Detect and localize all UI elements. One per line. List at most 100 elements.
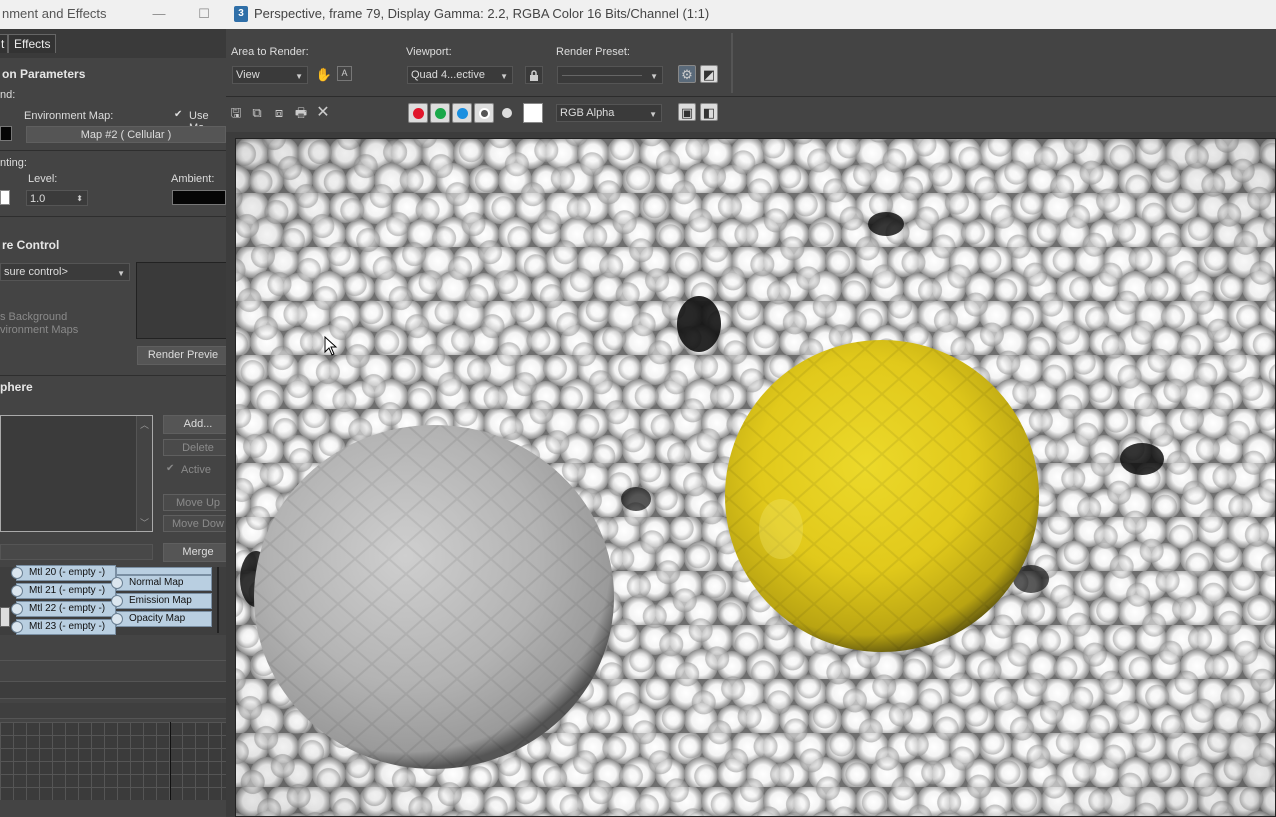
- material-node[interactable]: Mtl 21 (- empty -): [16, 583, 116, 599]
- save-image-icon[interactable]: 🖫: [227, 104, 245, 122]
- atmosphere-effects-list[interactable]: ︿ ﹀: [0, 415, 153, 532]
- map-slot-opacity[interactable]: Opacity Map: [116, 611, 212, 627]
- common-parameters-header[interactable]: on Parameters: [2, 64, 226, 84]
- blue-channel-icon: [457, 108, 468, 119]
- map-slot-emission[interactable]: Emission Map: [116, 593, 212, 609]
- edit-region-icon[interactable]: ✋: [315, 66, 333, 84]
- move-up-button[interactable]: Move Up: [163, 494, 226, 511]
- env-tabs: t Effects: [0, 29, 226, 58]
- render-window-title: Perspective, frame 79, Display Gamma: 2.…: [254, 6, 710, 21]
- alpha-channel-icon: [479, 108, 490, 119]
- background-label: nd:: [0, 89, 16, 101]
- scroll-up-icon[interactable]: ︿: [140, 418, 149, 431]
- render-settings-toolbar: Area to Render: View ▼ ✋ A Viewport: Qua…: [226, 29, 1276, 96]
- level-label: Level:: [28, 173, 58, 185]
- divider: [731, 33, 733, 93]
- rendered-image[interactable]: [235, 138, 1276, 817]
- green-channel-toggle[interactable]: [430, 103, 450, 123]
- socket-icon[interactable]: [111, 577, 123, 589]
- editor-strip: [0, 703, 226, 719]
- display-toggle-icon[interactable]: ▣: [678, 103, 696, 121]
- env-window-titlebar[interactable]: nment and Effects — ☐: [0, 0, 226, 29]
- frame-buffer-icon[interactable]: ◧: [700, 103, 718, 121]
- app-icon: 3: [234, 6, 248, 22]
- socket-icon[interactable]: [11, 621, 23, 633]
- divider: [562, 75, 642, 76]
- environment-map-label: Environment Map:: [24, 110, 114, 122]
- socket-icon[interactable]: [111, 613, 123, 625]
- exposure-control-dropdown[interactable]: sure control> ▼: [0, 263, 130, 281]
- environment-map-button[interactable]: Map #2 ( Cellular ): [26, 126, 226, 143]
- divider: [217, 567, 219, 633]
- scroll-down-icon[interactable]: ﹀: [140, 516, 149, 529]
- socket-icon[interactable]: [11, 603, 23, 615]
- exposure-control-header[interactable]: re Control: [2, 235, 226, 255]
- map-slot: [116, 567, 212, 575]
- effect-name-field[interactable]: [0, 544, 153, 560]
- copy-image-icon[interactable]: ⧉: [248, 104, 266, 122]
- env-window-title: nment and Effects: [2, 6, 107, 21]
- auto-region-icon[interactable]: A: [337, 66, 352, 81]
- maximize-icon[interactable]: ☐: [197, 7, 211, 21]
- channel-display-value: RGB Alpha: [560, 107, 615, 119]
- viewport-value: Quad 4...ective: [411, 69, 485, 81]
- material-node[interactable]: Mtl 20 (- empty -): [16, 565, 116, 581]
- slate-material-editor-view: Mtl 20 (- empty -) Mtl 21 (- empty -) Mt…: [0, 565, 226, 635]
- print-icon[interactable]: 🖶: [292, 104, 310, 122]
- render-preset-dropdown[interactable]: ▼: [557, 66, 663, 84]
- editor-grid: [0, 722, 226, 800]
- area-to-render-label: Area to Render:: [231, 46, 309, 58]
- environment-effects-icon[interactable]: ◩: [700, 65, 718, 83]
- socket-icon[interactable]: [11, 585, 23, 597]
- minimize-icon[interactable]: —: [152, 7, 166, 21]
- merge-button[interactable]: Merge: [163, 543, 226, 562]
- ambient-color-swatch[interactable]: [172, 190, 226, 205]
- background-color-swatch[interactable]: [523, 103, 543, 123]
- clone-frame-icon[interactable]: ⧈: [270, 104, 288, 122]
- ambient-label: Ambient:: [171, 173, 215, 185]
- level-spinner[interactable]: 1.0 ⬍: [26, 190, 88, 206]
- render-preview-button[interactable]: Render Previe: [137, 346, 226, 365]
- background-color-swatch[interactable]: [0, 126, 12, 141]
- editor-strip: [0, 681, 226, 699]
- map-slot-normal[interactable]: Normal Map: [116, 575, 212, 591]
- delete-button[interactable]: Delete: [163, 439, 226, 456]
- area-to-render-dropdown[interactable]: View ▼: [232, 66, 308, 84]
- spinner-arrows-icon[interactable]: ⬍: [76, 191, 83, 207]
- rendered-frame-window: 3 Perspective, frame 79, Display Gamma: …: [226, 0, 1276, 817]
- material-node[interactable]: Mtl 22 (- empty -): [16, 601, 116, 617]
- green-channel-icon: [435, 108, 446, 119]
- clear-icon[interactable]: ✕: [314, 104, 332, 122]
- viewport-dropdown[interactable]: Quad 4...ective ▼: [407, 66, 513, 84]
- active-label: Active: [181, 464, 211, 476]
- image-toolbar: 🖫 ⧉ ⧈ 🖶 ✕ RGB Alpha ▼ ▣ ◧: [226, 96, 1276, 132]
- tab-environment[interactable]: t: [0, 34, 8, 53]
- tint-color-swatch[interactable]: [0, 190, 10, 205]
- divider: [170, 722, 171, 800]
- monochrome-icon[interactable]: [502, 108, 512, 118]
- exposure-preview-area: [136, 262, 226, 339]
- add-button[interactable]: Add...: [163, 415, 226, 434]
- lock-icon[interactable]: [525, 66, 543, 84]
- divider: [0, 660, 226, 661]
- channel-display-dropdown[interactable]: RGB Alpha ▼: [556, 104, 662, 122]
- render-window-titlebar[interactable]: 3 Perspective, frame 79, Display Gamma: …: [226, 0, 1276, 29]
- chevron-down-icon: ▼: [295, 72, 303, 81]
- tab-effects[interactable]: Effects: [8, 34, 57, 53]
- active-checkbox[interactable]: ✔: [166, 463, 177, 474]
- socket-icon[interactable]: [111, 595, 123, 607]
- material-node[interactable]: Mtl 23 (- empty -): [16, 619, 116, 635]
- render-setup-icon[interactable]: ⚙: [678, 65, 696, 83]
- use-map-checkbox[interactable]: ✔: [174, 109, 185, 120]
- mouse-cursor-icon: [324, 335, 338, 356]
- socket-icon[interactable]: [11, 567, 23, 579]
- blue-channel-toggle[interactable]: [452, 103, 472, 123]
- divider: [0, 216, 226, 217]
- alpha-channel-toggle[interactable]: [474, 103, 494, 123]
- atmosphere-header[interactable]: phere: [0, 377, 226, 397]
- render-output-image: [236, 139, 1275, 816]
- list-scrollbar[interactable]: ︿ ﹀: [136, 416, 152, 531]
- red-channel-toggle[interactable]: [408, 103, 428, 123]
- divider: [0, 375, 226, 376]
- move-down-button[interactable]: Move Dow: [163, 515, 226, 532]
